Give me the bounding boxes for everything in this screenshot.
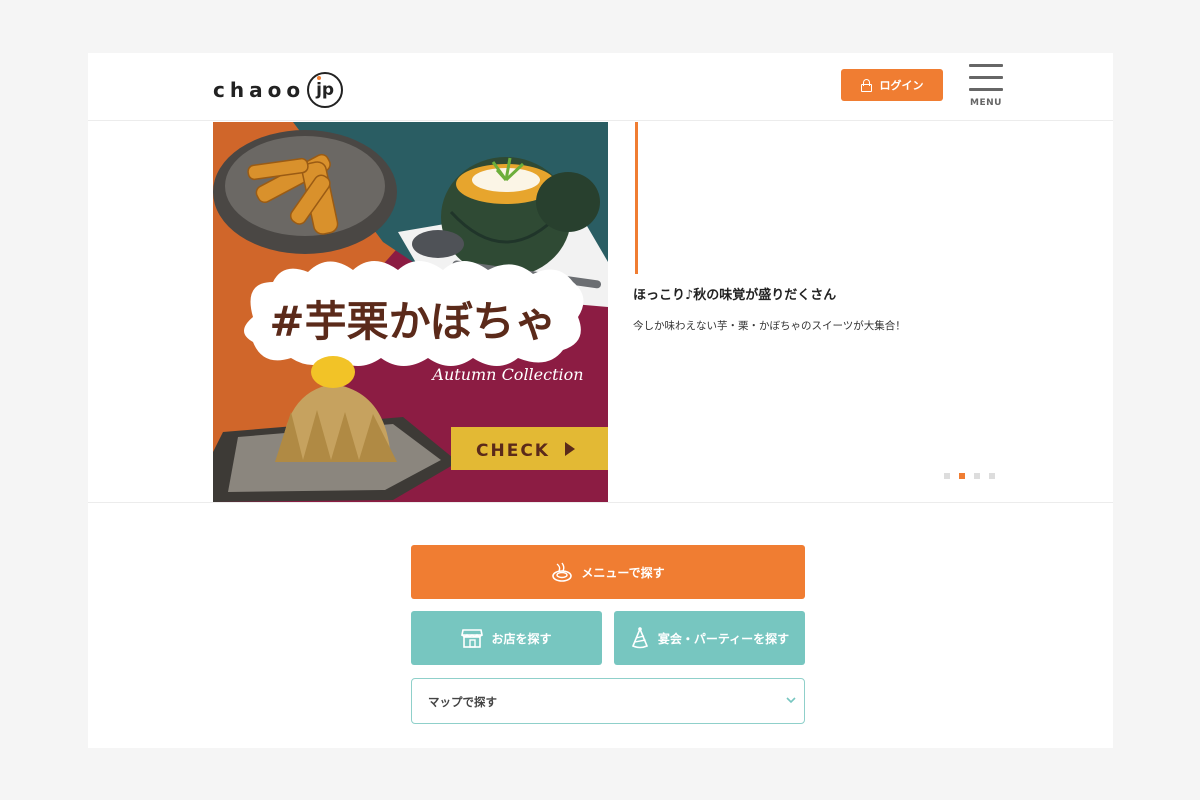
hero-accent-line xyxy=(635,122,638,274)
party-hat-icon xyxy=(631,627,648,649)
map-search-select[interactable]: マップで探す xyxy=(411,678,805,724)
carousel-dot-2[interactable] xyxy=(959,473,965,479)
banner-hashtag: #芋栗かぼちゃ xyxy=(269,297,556,346)
menu-label: MENU xyxy=(970,98,1002,108)
search-by-menu-button[interactable]: メニューで探す xyxy=(411,545,805,599)
dish-icon xyxy=(552,562,573,582)
site-logo[interactable]: chaoo jp xyxy=(213,70,355,110)
banner-collection-text: Autumn Collection xyxy=(430,365,583,384)
page-frame: chaoo jp ログイン MENU #芋栗かぼちゃ Autumn Collec… xyxy=(88,53,1113,748)
carousel-dot-1[interactable] xyxy=(944,473,950,479)
login-label: ログイン xyxy=(879,79,924,92)
search-party-label: 宴会・パーティーを探す xyxy=(657,631,790,646)
login-button[interactable]: ログイン xyxy=(841,69,943,101)
logo-wordmark: chaoo xyxy=(213,78,306,102)
search-by-menu-label: メニューで探す xyxy=(581,565,665,580)
carousel-dot-3[interactable] xyxy=(974,473,980,479)
carousel-dot-4[interactable] xyxy=(989,473,995,479)
chevron-down-icon xyxy=(786,697,796,704)
promo-banner-art: #芋栗かぼちゃ Autumn Collection CHECK xyxy=(213,122,608,502)
carousel-pagination xyxy=(944,473,995,479)
map-search-label: マップで探す xyxy=(428,695,497,709)
site-header: chaoo jp ログイン MENU xyxy=(88,53,1113,121)
hamburger-icon xyxy=(969,64,1003,67)
menu-button[interactable]: MENU xyxy=(968,64,1004,110)
storefront-icon xyxy=(461,629,484,648)
promo-banner[interactable]: #芋栗かぼちゃ Autumn Collection CHECK xyxy=(213,122,608,502)
search-shop-button[interactable]: お店を探す xyxy=(411,611,602,665)
search-shop-label: お店を探す xyxy=(491,631,552,646)
hero-carousel: #芋栗かぼちゃ Autumn Collection CHECK ほっこり♪秋の味… xyxy=(88,122,1113,503)
search-party-button[interactable]: 宴会・パーティーを探す xyxy=(614,611,805,665)
banner-cta: CHECK xyxy=(476,441,550,461)
logo-jp-badge: jp xyxy=(307,72,344,108)
hero-title: ほっこり♪秋の味覚が盛りだくさん xyxy=(633,288,837,303)
hero-description: 今しか味わえない芋・栗・かぼちゃのスイーツが大集合！ xyxy=(633,320,906,332)
lock-icon xyxy=(860,78,872,92)
